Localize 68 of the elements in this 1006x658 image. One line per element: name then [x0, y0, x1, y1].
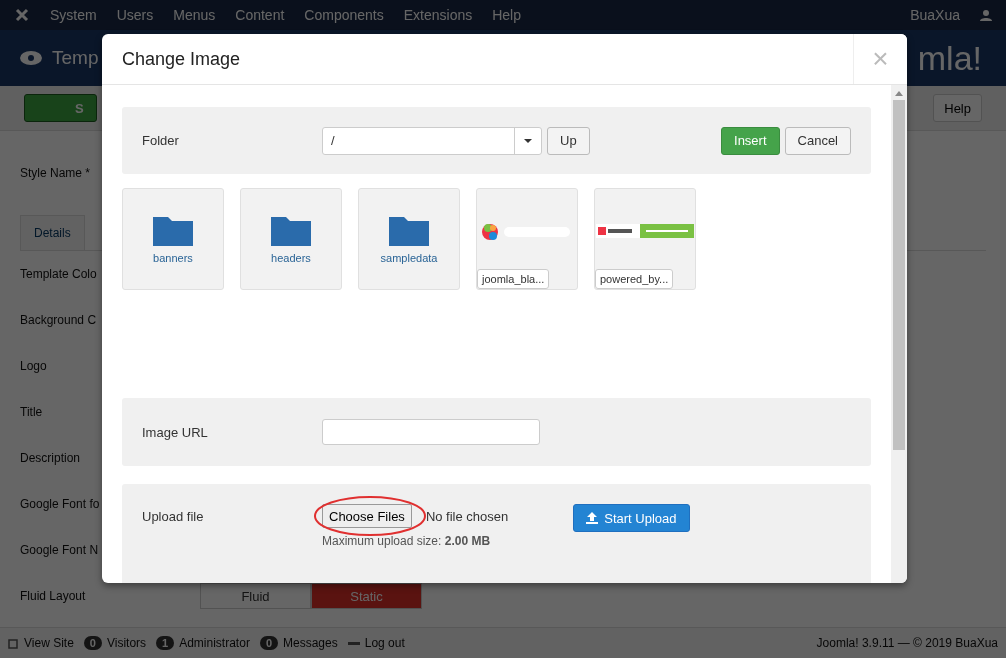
cancel-button[interactable]: Cancel — [784, 126, 851, 155]
scrollbar[interactable] — [891, 85, 907, 583]
file-name: joomla_bla... — [477, 269, 550, 289]
up-button[interactable]: Up — [547, 126, 590, 155]
scroll-up-icon[interactable] — [895, 91, 903, 96]
user-link[interactable]: BuaXua — [910, 7, 960, 23]
copyright-text: Joomla! 3.9.11 — © 2019 BuaXua — [816, 636, 998, 650]
folder-select[interactable]: / — [322, 126, 542, 155]
field-label: Logo — [20, 359, 48, 373]
menu-item[interactable]: Components — [304, 7, 384, 23]
toggle-option[interactable]: Static — [311, 583, 422, 609]
menu-item[interactable]: Users — [116, 7, 154, 23]
field-label: Background C — [20, 313, 98, 327]
insert-button[interactable]: Insert — [721, 126, 780, 155]
logo-text: mla! — [917, 38, 982, 78]
choose-files-button[interactable]: Choose Files — [322, 504, 412, 528]
external-link-icon — [8, 637, 19, 649]
field-label: Description — [20, 451, 82, 465]
status-link[interactable]: View Site — [24, 636, 74, 650]
count-badge: 0 — [83, 636, 102, 650]
menu-item[interactable]: Help — [492, 7, 521, 23]
tab[interactable]: Details — [20, 215, 85, 250]
menu-item[interactable]: Extensions — [403, 7, 473, 23]
file-name: powered_by... — [595, 269, 674, 289]
status-link[interactable]: Log out — [364, 636, 405, 650]
folder-icon — [271, 214, 311, 246]
status-link[interactable]: Messages — [283, 636, 338, 650]
folder-tile[interactable]: sampledata — [358, 188, 460, 290]
field-label: Google Font N — [20, 543, 100, 557]
field-label: Fluid Layout — [20, 589, 87, 603]
url-input[interactable] — [322, 419, 540, 445]
menu-item[interactable]: Content — [235, 7, 285, 23]
user-icon[interactable] — [980, 9, 992, 21]
url-label: Image URL — [142, 424, 209, 440]
folder-link[interactable]: banners — [153, 252, 193, 264]
menu-item[interactable]: System — [50, 7, 97, 23]
upload-label: Upload file — [142, 509, 205, 524]
upload-size-text: Maximum upload size: 2.00 MB — [322, 534, 492, 548]
field-label: Title — [20, 405, 44, 419]
folder-icon — [153, 214, 193, 246]
folder-link[interactable]: sampledata — [380, 252, 438, 264]
start-upload-button[interactable]: Start Upload — [573, 504, 690, 532]
status-link[interactable]: Administrator — [179, 636, 250, 650]
menu-item[interactable]: Menus — [173, 7, 216, 23]
save-button[interactable]: S — [24, 94, 97, 122]
folder-tile[interactable]: banners — [122, 188, 224, 290]
count-badge: 0 — [259, 636, 278, 650]
image-tile[interactable]: powered_by... — [594, 188, 696, 290]
toggle-option[interactable]: Fluid — [200, 583, 311, 609]
file-status: No file chosen — [425, 508, 509, 524]
close-button[interactable]: × — [853, 34, 907, 84]
dialog-title: Change Image — [122, 48, 242, 70]
folder-tile[interactable]: headers — [240, 188, 342, 290]
page-title: Temp — [52, 47, 99, 69]
field-label: Google Font fo — [20, 497, 101, 511]
field-label: Style Name * — [20, 166, 91, 180]
count-badge: 1 — [156, 636, 175, 650]
upload-icon — [586, 512, 599, 524]
image-tile[interactable]: joomla_bla... — [476, 188, 578, 290]
help-button[interactable]: Help — [933, 94, 982, 122]
folder-icon — [389, 214, 429, 246]
caret-icon — [524, 138, 532, 143]
field-label: Template Colo — [20, 267, 98, 281]
status-link[interactable]: Visitors — [106, 636, 147, 650]
folder-link[interactable]: headers — [271, 252, 311, 264]
folder-label: Folder — [142, 133, 180, 148]
eye-icon — [20, 51, 42, 65]
minus-icon — [347, 641, 360, 645]
